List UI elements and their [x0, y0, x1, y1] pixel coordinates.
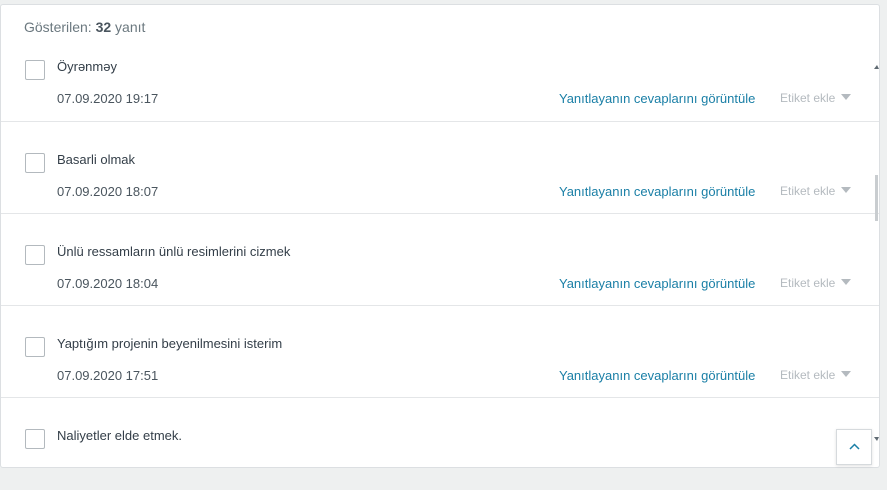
scrollbar[interactable] [874, 51, 879, 467]
response-date: 07.09.2020 18:07 [57, 184, 159, 199]
scroll-down-arrow-icon[interactable] [874, 437, 879, 441]
response-count-header: Gösterilen: 32 yanıt [24, 19, 145, 35]
response-meta: 07.09.2020 18:04 Yanıtlayanın cevapların… [57, 276, 857, 294]
response-text: Ünlü ressamların ünlü resimlerini cizmek [57, 244, 291, 259]
response-count: 32 [95, 19, 112, 35]
row-checkbox[interactable] [25, 337, 45, 357]
responses-panel: Gösterilen: 32 yanıt Öyrənməy 07.09.2020… [0, 4, 880, 468]
row-checkbox[interactable] [25, 153, 45, 173]
back-to-top-button[interactable] [836, 429, 872, 465]
view-respondent-answers-link[interactable]: Yanıtlayanın cevaplarını görüntüle [559, 184, 755, 199]
response-text: Öyrənməy [57, 59, 117, 74]
add-tag-dropdown[interactable]: Etiket ekle [780, 368, 852, 382]
view-respondent-answers-link[interactable]: Yanıtlayanın cevaplarını görüntüle [559, 276, 755, 291]
caret-down-icon [841, 94, 852, 100]
count-suffix: yanıt [111, 19, 146, 35]
caret-down-icon [841, 279, 852, 285]
response-row: Öyrənməy 07.09.2020 19:17 Yanıtlayanın c… [1, 47, 879, 122]
response-list: Öyrənməy 07.09.2020 19:17 Yanıtlayanın c… [1, 47, 879, 467]
count-prefix: Gösterilen: [24, 19, 96, 35]
response-meta: 07.09.2020 19:17 Yanıtlayanın cevapların… [57, 91, 857, 109]
row-checkbox[interactable] [25, 429, 45, 449]
add-tag-dropdown[interactable]: Etiket ekle [780, 276, 852, 290]
scroll-thumb[interactable] [875, 175, 878, 221]
response-text: Basarli olmak [57, 152, 136, 167]
add-tag-dropdown[interactable]: Etiket ekle [780, 184, 852, 198]
response-date: 07.09.2020 19:17 [57, 91, 159, 106]
row-checkbox[interactable] [25, 245, 45, 265]
add-tag-label: Etiket ekle [780, 91, 836, 105]
response-row: Yaptığım projenin beyenilmesini isterim … [1, 306, 879, 398]
response-meta: 07.09.2020 18:07 Yanıtlayanın cevapların… [57, 184, 857, 202]
response-row: Ünlü ressamların ünlü resimlerini cizmek… [1, 214, 879, 306]
response-text: Naliyetler elde etmek. [57, 428, 182, 443]
response-meta: 07.09.2020 17:51 Yanıtlayanın cevapların… [57, 368, 857, 386]
response-row: Basarli olmak 07.09.2020 18:07 Yanıtlaya… [1, 122, 879, 214]
caret-down-icon [841, 187, 852, 193]
response-row: Naliyetler elde etmek. [1, 398, 879, 467]
add-tag-dropdown[interactable]: Etiket ekle [780, 91, 852, 105]
response-date: 07.09.2020 18:04 [57, 276, 159, 291]
add-tag-label: Etiket ekle [780, 184, 836, 198]
response-text: Yaptığım projenin beyenilmesini isterim [57, 336, 283, 351]
response-date: 07.09.2020 17:51 [57, 368, 159, 383]
chevron-up-icon [849, 443, 860, 450]
caret-down-icon [841, 371, 852, 377]
add-tag-label: Etiket ekle [780, 368, 836, 382]
scroll-up-arrow-icon[interactable] [874, 65, 879, 69]
view-respondent-answers-link[interactable]: Yanıtlayanın cevaplarını görüntüle [559, 368, 755, 383]
view-respondent-answers-link[interactable]: Yanıtlayanın cevaplarını görüntüle [559, 91, 755, 106]
row-checkbox[interactable] [25, 60, 45, 80]
add-tag-label: Etiket ekle [780, 276, 836, 290]
